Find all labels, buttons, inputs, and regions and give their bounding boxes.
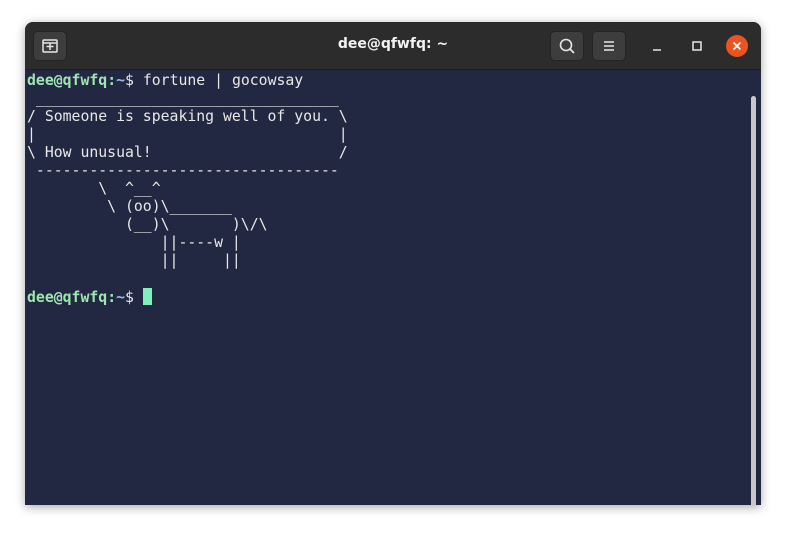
terminal-window: dee@qfwfq: ~ dee@qfwfq:~$ fortune | goco…	[25, 22, 761, 505]
vertical-scrollbar[interactable]	[751, 96, 756, 505]
minimize-button[interactable]	[646, 35, 668, 57]
menu-button[interactable]	[592, 31, 626, 61]
new-tab-icon	[42, 39, 58, 53]
prompt-separator: :	[107, 72, 117, 89]
terminal-screen: dee@qfwfq:~$ fortune | gocowsay ________…	[27, 72, 348, 307]
prompt-symbol: $	[125, 72, 143, 89]
command-output: __________________________________ / Som…	[27, 90, 348, 269]
text-cursor[interactable]	[142, 288, 152, 305]
close-icon	[732, 41, 742, 51]
close-button[interactable]	[726, 35, 748, 57]
prompt-separator-2: :	[107, 289, 117, 306]
maximize-icon	[692, 41, 702, 51]
prompt-path: ~	[116, 72, 126, 89]
prompt-symbol-2: $	[125, 289, 143, 306]
prompt-path-2: ~	[116, 289, 126, 306]
prompt-user-2: dee@qfwfq	[27, 289, 108, 306]
maximize-button[interactable]	[686, 35, 708, 57]
hamburger-menu-icon	[604, 41, 614, 51]
minimize-icon	[653, 49, 661, 51]
search-button[interactable]	[550, 31, 584, 61]
command-text: fortune | gocowsay	[142, 72, 304, 89]
search-icon	[559, 38, 575, 54]
new-tab-button[interactable]	[33, 31, 67, 61]
titlebar[interactable]: dee@qfwfq: ~	[25, 22, 761, 70]
terminal-area[interactable]: dee@qfwfq:~$ fortune | gocowsay ________…	[25, 70, 761, 505]
prompt-user: dee@qfwfq	[27, 72, 108, 89]
